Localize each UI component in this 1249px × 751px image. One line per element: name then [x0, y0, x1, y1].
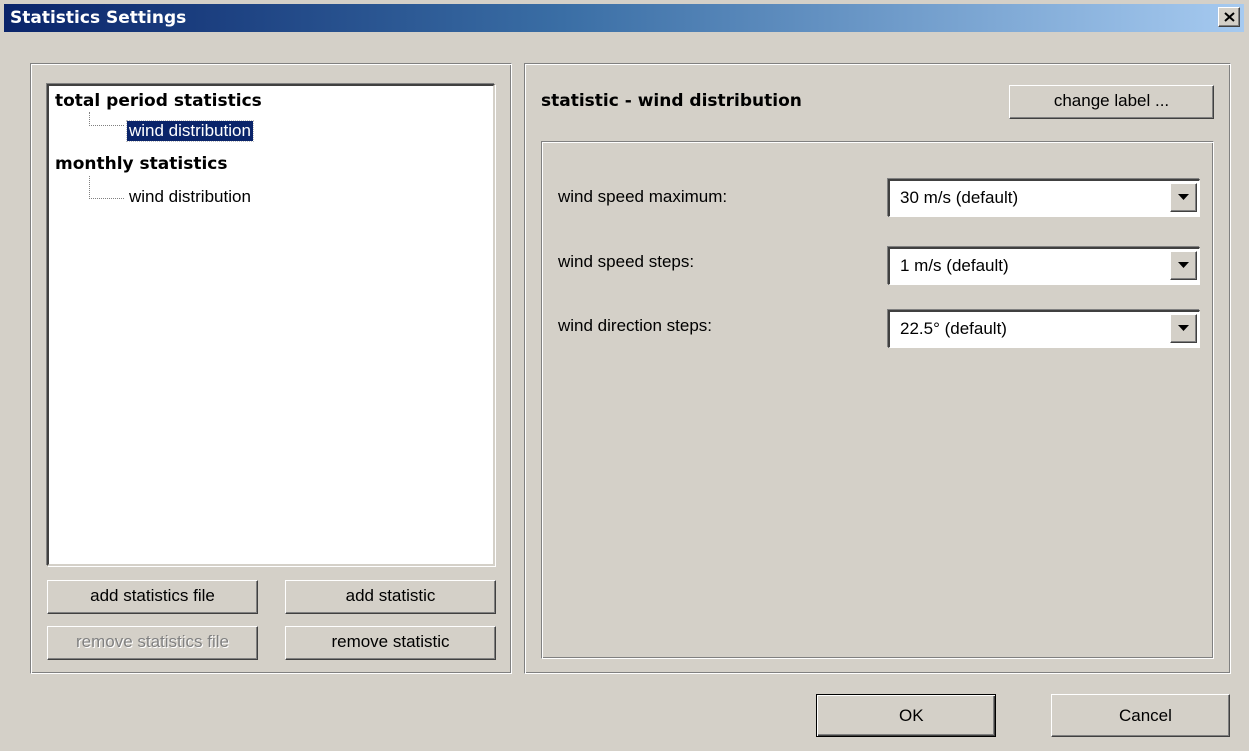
dropdown-button[interactable]: [1170, 314, 1197, 343]
remove-statistic-button[interactable]: remove statistic: [285, 626, 496, 660]
wind-speed-maximum-select[interactable]: 30 m/s (default): [888, 179, 1200, 217]
chevron-down-icon: [1178, 325, 1189, 331]
tree-connector: [89, 176, 124, 199]
wind-speed-steps-value: 1 m/s (default): [900, 256, 1009, 275]
remove-statistics-file-button[interactable]: remove statistics file: [47, 626, 258, 660]
tree-connector: [89, 112, 124, 126]
window-title: Statistics Settings: [10, 8, 187, 28]
change-label-button[interactable]: change label ...: [1009, 85, 1214, 119]
cancel-button[interactable]: Cancel: [1051, 694, 1230, 737]
wind-direction-steps-label: wind direction steps:: [558, 316, 713, 335]
title-bar[interactable]: Statistics Settings: [4, 4, 1244, 32]
dropdown-button[interactable]: [1170, 183, 1197, 212]
ok-button[interactable]: OK: [816, 694, 996, 737]
wind-speed-maximum-label: wind speed maximum:: [558, 187, 728, 206]
chevron-down-icon: [1178, 194, 1189, 200]
chevron-down-icon: [1178, 262, 1189, 268]
tree-item-total-wind-distribution[interactable]: wind distribution: [126, 120, 254, 142]
statistics-settings-dialog: Statistics Settings total period statist…: [0, 0, 1249, 751]
wind-direction-steps-select[interactable]: 22.5° (default): [888, 310, 1200, 348]
wind-speed-maximum-value: 30 m/s (default): [900, 188, 1019, 207]
wind-speed-steps-select[interactable]: 1 m/s (default): [888, 247, 1200, 285]
statistics-tree[interactable]: total period statistics wind distributio…: [47, 84, 495, 566]
settings-frame: [541, 141, 1214, 659]
close-button[interactable]: [1218, 7, 1240, 27]
tree-group-total-period[interactable]: total period statistics: [55, 91, 262, 111]
close-icon: [1224, 12, 1235, 22]
add-statistics-file-button[interactable]: add statistics file: [47, 580, 258, 614]
tree-item-monthly-wind-distribution[interactable]: wind distribution: [127, 187, 253, 207]
add-statistic-button[interactable]: add statistic: [285, 580, 496, 614]
panel-title: statistic - wind distribution: [541, 91, 802, 111]
wind-direction-steps-value: 22.5° (default): [900, 319, 1007, 338]
wind-speed-steps-label: wind speed steps:: [558, 252, 695, 271]
dropdown-button[interactable]: [1170, 251, 1197, 280]
tree-group-monthly[interactable]: monthly statistics: [55, 154, 228, 174]
